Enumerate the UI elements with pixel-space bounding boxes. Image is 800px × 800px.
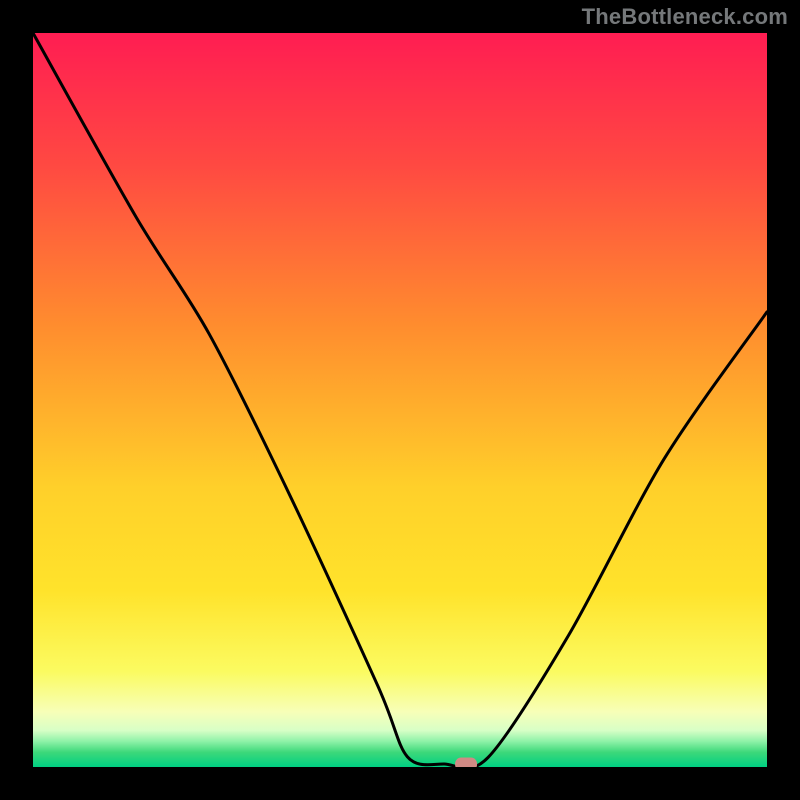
optimal-marker <box>455 758 477 767</box>
attribution-text: TheBottleneck.com <box>582 4 788 30</box>
gradient-background <box>33 33 767 767</box>
chart-svg <box>33 33 767 767</box>
chart-frame: TheBottleneck.com <box>0 0 800 800</box>
plot-area <box>33 33 767 767</box>
